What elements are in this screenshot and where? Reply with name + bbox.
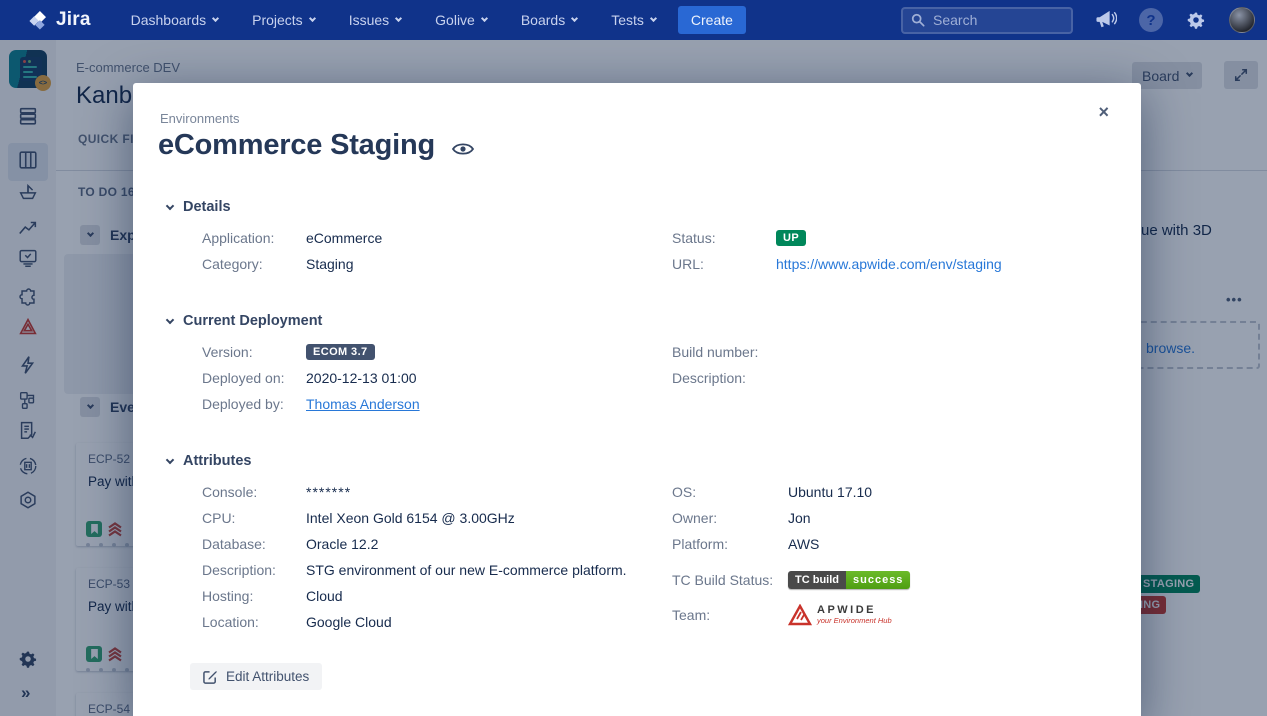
jira-app: Jira Dashboards Projects Issues Golive B… bbox=[0, 0, 1267, 716]
database-value: Oracle 12.2 bbox=[306, 536, 378, 552]
application-value: eCommerce bbox=[306, 230, 382, 246]
field-label: Deployed by: bbox=[202, 396, 306, 412]
field-label: Description: bbox=[672, 370, 788, 386]
field-label: Category: bbox=[202, 256, 306, 272]
jira-mark-icon bbox=[26, 9, 49, 32]
edit-attributes-button[interactable]: Edit Attributes bbox=[190, 663, 322, 690]
field-label: Version: bbox=[202, 344, 306, 360]
cpu-value: Intel Xeon Gold 6154 @ 3.00GHz bbox=[306, 510, 515, 526]
field-label: Deployed on: bbox=[202, 370, 306, 386]
os-value: Ubuntu 17.10 bbox=[788, 484, 872, 500]
section-deployment-toggle[interactable]: Current Deployment bbox=[167, 313, 1141, 329]
field-label: Hosting: bbox=[202, 588, 306, 604]
description-value: STG environment of our new E-commerce pl… bbox=[306, 562, 627, 578]
edit-pencil-icon bbox=[203, 669, 218, 684]
platform-value: AWS bbox=[788, 536, 819, 552]
owner-value: Jon bbox=[788, 510, 811, 526]
field-label: URL: bbox=[672, 256, 776, 272]
chevron-down-icon bbox=[166, 456, 174, 464]
tc-build-status-badge: TC build success bbox=[788, 571, 910, 589]
modal-eyebrow: Environments bbox=[160, 111, 1141, 126]
hosting-value: Cloud bbox=[306, 588, 343, 604]
chevron-down-icon bbox=[166, 202, 174, 210]
field-label: Build number: bbox=[672, 344, 788, 360]
chevron-down-icon bbox=[571, 14, 578, 21]
nav-menu: Dashboards Projects Issues Golive Boards… bbox=[131, 12, 656, 28]
watch-eye-icon[interactable] bbox=[452, 142, 474, 156]
search-input[interactable] bbox=[933, 12, 1053, 28]
field-label: Status: bbox=[672, 230, 776, 246]
environment-url-link[interactable]: https://www.apwide.com/env/staging bbox=[776, 256, 1002, 272]
field-label: TC Build Status: bbox=[672, 572, 788, 588]
field-label: OS: bbox=[672, 484, 788, 500]
megaphone-icon[interactable] bbox=[1095, 10, 1117, 30]
search-icon bbox=[911, 13, 925, 27]
deployed-by-link[interactable]: Thomas Anderson bbox=[306, 396, 420, 412]
global-search[interactable] bbox=[901, 7, 1073, 34]
apwide-triangle-icon bbox=[788, 604, 812, 626]
gear-icon[interactable] bbox=[1185, 9, 1207, 31]
nav-item-golive[interactable]: Golive bbox=[435, 12, 487, 28]
nav-item-boards[interactable]: Boards bbox=[521, 12, 577, 28]
chevron-down-icon bbox=[212, 14, 219, 21]
field-label: Console: bbox=[202, 484, 306, 500]
console-value: ******* bbox=[306, 484, 351, 500]
chevron-down-icon bbox=[650, 14, 657, 21]
field-label: CPU: bbox=[202, 510, 306, 526]
chevron-down-icon bbox=[481, 14, 488, 21]
nav-right: ? bbox=[901, 7, 1255, 34]
environment-modal: × Environments eCommerce Staging Details… bbox=[133, 83, 1141, 716]
apwide-team-logo: APWIDE your Environment Hub bbox=[788, 604, 892, 626]
brand-name: Jira bbox=[56, 9, 91, 31]
field-label: Description: bbox=[202, 562, 306, 578]
field-label: Platform: bbox=[672, 536, 788, 552]
section-details-toggle[interactable]: Details bbox=[167, 199, 1141, 215]
field-label: Application: bbox=[202, 230, 306, 246]
section-attributes: Attributes Console:******* CPU:Intel Xeo… bbox=[133, 453, 1141, 690]
location-value: Google Cloud bbox=[306, 614, 392, 630]
help-icon[interactable]: ? bbox=[1139, 8, 1163, 32]
nav-item-issues[interactable]: Issues bbox=[349, 12, 401, 28]
field-label: Owner: bbox=[672, 510, 788, 526]
section-attributes-toggle[interactable]: Attributes bbox=[167, 453, 1141, 469]
jira-logo[interactable]: Jira bbox=[26, 9, 91, 32]
nav-item-projects[interactable]: Projects bbox=[252, 12, 315, 28]
status-badge: UP bbox=[776, 230, 806, 246]
environment-title: eCommerce Staging bbox=[158, 129, 435, 162]
user-avatar[interactable] bbox=[1229, 7, 1255, 33]
deployed-on-value: 2020-12-13 01:00 bbox=[306, 370, 417, 386]
version-badge[interactable]: ECOM 3.7 bbox=[306, 344, 375, 360]
chevron-down-icon bbox=[395, 14, 402, 21]
chevron-down-icon bbox=[309, 14, 316, 21]
section-current-deployment: Current Deployment Version:ECOM 3.7 Depl… bbox=[133, 313, 1141, 422]
create-button[interactable]: Create bbox=[678, 6, 746, 34]
field-label: Database: bbox=[202, 536, 306, 552]
top-nav: Jira Dashboards Projects Issues Golive B… bbox=[0, 0, 1267, 40]
close-icon[interactable]: × bbox=[1098, 103, 1109, 121]
nav-item-dashboards[interactable]: Dashboards bbox=[131, 12, 219, 28]
chevron-down-icon bbox=[166, 316, 174, 324]
category-value: Staging bbox=[306, 256, 353, 272]
section-details: Details Application:eCommerce Category:S… bbox=[133, 199, 1141, 282]
nav-item-tests[interactable]: Tests bbox=[611, 12, 656, 28]
field-label: Team: bbox=[672, 607, 788, 623]
field-label: Location: bbox=[202, 614, 306, 630]
